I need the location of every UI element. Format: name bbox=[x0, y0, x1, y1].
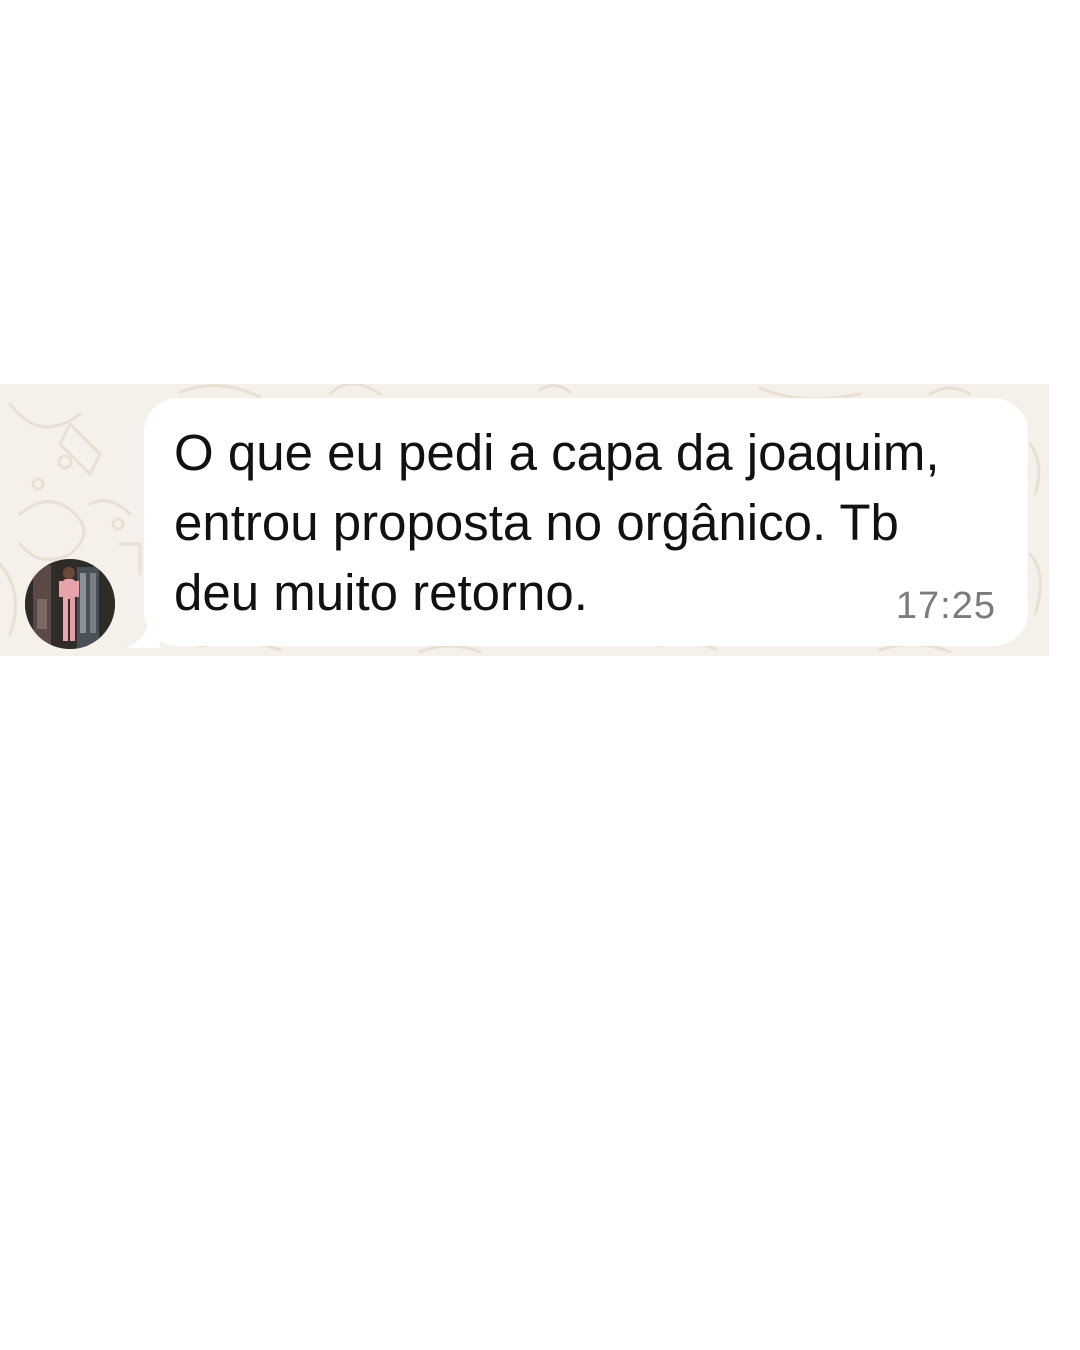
message-text: O que eu pedi a capa da joaquim, entrou … bbox=[174, 424, 940, 621]
chat-area: O que eu pedi a capa da joaquim, entrou … bbox=[0, 384, 1049, 656]
message-timestamp: 17:25 bbox=[895, 585, 996, 627]
avatar[interactable] bbox=[25, 559, 115, 649]
profile-photo-icon bbox=[25, 559, 115, 649]
message-bubble[interactable]: O que eu pedi a capa da joaquim, entrou … bbox=[144, 398, 1028, 646]
